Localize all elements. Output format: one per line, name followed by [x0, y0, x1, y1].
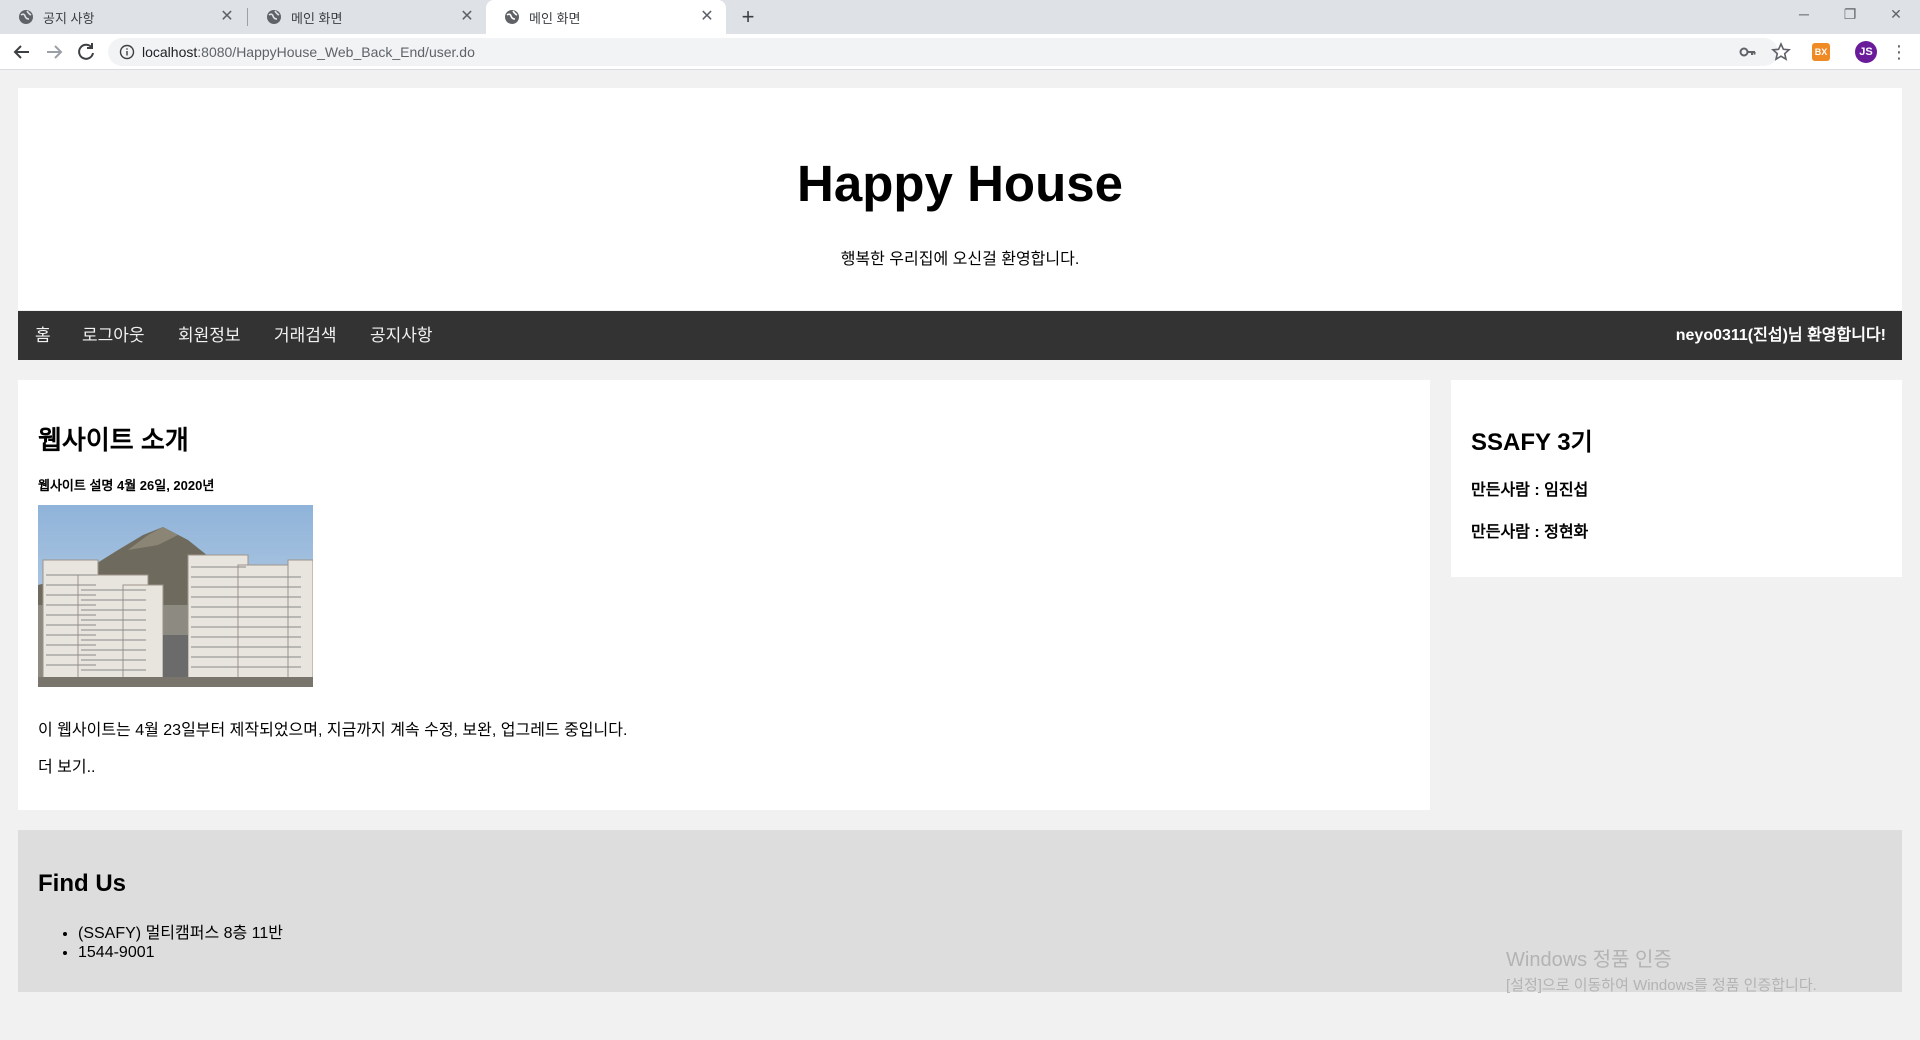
info-icon[interactable] — [119, 44, 135, 60]
contact-address: (SSAFY) 멀티캠퍼스 8층 11반 — [78, 924, 283, 943]
forward-arrow-icon[interactable] — [42, 40, 66, 64]
intro-card: 웹사이트 소개 웹사이트 설명 4월 26일, 2020년 이 웹사이트는 4월… — [18, 380, 1430, 810]
browser-tab-title: 메인 화면 — [291, 10, 343, 26]
browser-tab-title: 공지 사항 — [43, 10, 95, 26]
url-path: :8080/HappyHouse_Web_Back_End/user.do — [197, 44, 475, 60]
site-subtitle: 행복한 우리집에 오신걸 환영합니다. — [840, 251, 1080, 268]
url-text: localhost:8080/HappyHouse_Web_Back_End/u… — [142, 44, 475, 60]
watermark-subtitle: [설정]으로 이동하여 Windows를 정품 인증합니다. — [1506, 977, 1817, 994]
maker-entry: 만든사람 : 정현화 — [1471, 524, 1589, 541]
intro-heading: 웹사이트 소개 — [38, 425, 189, 455]
page-content: Happy House 행복한 우리집에 오신걸 환영합니다. 홈 로그아웃 회… — [0, 71, 1920, 1040]
new-tab-button[interactable]: + — [736, 6, 760, 30]
nav-notice[interactable]: 공지사항 — [370, 311, 433, 360]
site-title: Happy House — [797, 155, 1123, 212]
reload-icon[interactable] — [74, 40, 98, 64]
restore-icon[interactable]: ❐ — [1827, 0, 1873, 30]
site-header: Happy House 행복한 우리집에 오신걸 환영합니다. — [18, 88, 1902, 310]
footer-heading: Find Us — [38, 870, 126, 897]
browser-toolbar: localhost:8080/HappyHouse_Web_Back_End/u… — [0, 34, 1920, 70]
close-tab-icon[interactable]: ✕ — [218, 8, 236, 26]
browser-tab-title: 메인 화면 — [529, 10, 581, 26]
intro-subheading: 웹사이트 설명 4월 26일, 2020년 — [38, 478, 215, 493]
profile-avatar[interactable]: JS — [1855, 41, 1877, 63]
bookmark-star-icon[interactable] — [1771, 42, 1791, 62]
globe-icon — [18, 9, 34, 25]
more-menu-icon[interactable]: ⋮ — [1890, 40, 1908, 64]
contact-list: (SSAFY) 멀티캠퍼스 8층 11반 1544-9001 — [78, 924, 283, 962]
globe-icon — [266, 9, 282, 25]
browser-tab-main-2[interactable]: 메인 화면 ✕ — [486, 0, 726, 34]
extension-icon[interactable]: BX — [1812, 43, 1830, 61]
welcome-message: neyo0311(진섭)님 환영합니다! — [1675, 327, 1886, 344]
nav-member-info[interactable]: 회원정보 — [178, 311, 241, 360]
url-host: localhost — [142, 44, 198, 60]
browser-tab-main-1[interactable]: 메인 화면 ✕ — [248, 0, 486, 34]
globe-icon — [504, 9, 520, 25]
close-tab-icon[interactable]: ✕ — [458, 8, 476, 26]
credits-card: SSAFY 3기 만든사람 : 임진섭 만든사람 : 정현화 — [1451, 380, 1902, 577]
top-navigation: 홈 로그아웃 회원정보 거래검색 공지사항 neyo0311(진섭)님 환영합니… — [18, 311, 1902, 360]
nav-logout[interactable]: 로그아웃 — [82, 311, 145, 360]
contact-phone: 1544-9001 — [78, 943, 283, 962]
intro-description: 이 웹사이트는 4월 23일부터 제작되었으며, 지금까지 계속 수정, 보완,… — [38, 722, 628, 739]
address-bar[interactable]: localhost:8080/HappyHouse_Web_Back_End/u… — [108, 38, 1778, 66]
minimize-icon[interactable]: ─ — [1781, 0, 1827, 30]
credits-heading: SSAFY 3기 — [1471, 429, 1593, 456]
nav-deal-search[interactable]: 거래검색 — [274, 311, 337, 360]
back-arrow-icon[interactable] — [10, 40, 34, 64]
browser-tab-notice[interactable]: 공지 사항 ✕ — [0, 0, 246, 34]
key-icon[interactable] — [1738, 42, 1758, 62]
watermark-title: Windows 정품 인증 — [1506, 949, 1672, 971]
apartment-photo — [38, 505, 313, 687]
browser-tab-strip: 공지 사항 ✕ 메인 화면 ✕ 메인 화면 ✕ + ─ ❐ ✕ — [0, 0, 1920, 34]
nav-home[interactable]: 홈 — [35, 311, 51, 360]
read-more-link[interactable]: 더 보기.. — [38, 753, 96, 777]
close-tab-icon[interactable]: ✕ — [698, 8, 716, 26]
maker-entry: 만든사람 : 임진섭 — [1471, 482, 1589, 499]
close-window-icon[interactable]: ✕ — [1873, 0, 1919, 30]
windows-activation-watermark: Windows 정품 인증 [설정]으로 이동하여 Windows를 정품 인증… — [1506, 943, 1817, 995]
